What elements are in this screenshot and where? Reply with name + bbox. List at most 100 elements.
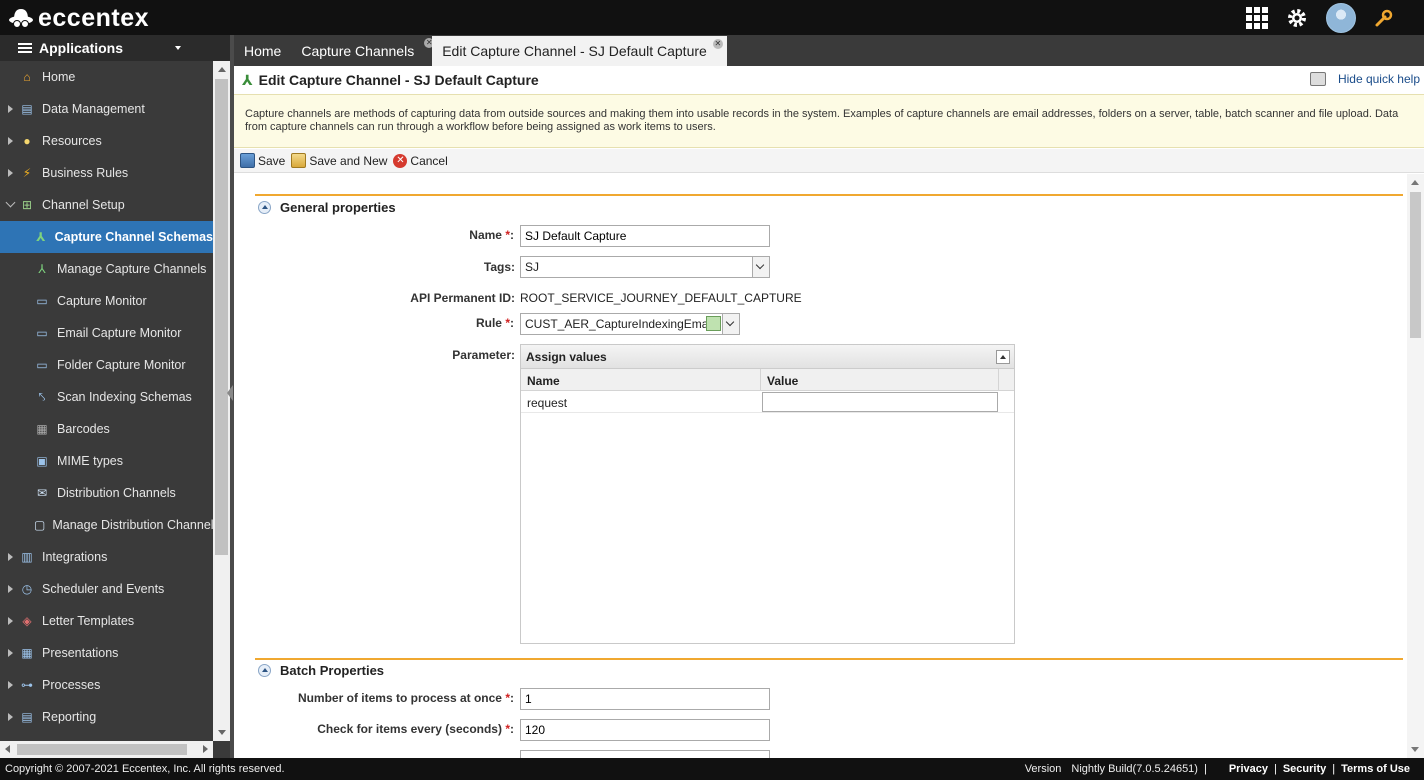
expand-icon[interactable] — [8, 617, 13, 625]
presentation-icon: ▦ — [21, 646, 33, 660]
scrollbar-thumb[interactable] — [215, 79, 228, 555]
tags-label: Tags: — [483, 260, 515, 274]
expand-icon[interactable] — [8, 681, 13, 689]
privacy-link[interactable]: Privacy — [1229, 763, 1268, 775]
sidebar-item-folder-capture-monitor[interactable]: ▭ Folder Capture Monitor — [0, 349, 213, 381]
sidebar-item-label: Distribution Channels — [57, 486, 176, 500]
scroll-up-icon[interactable] — [218, 67, 226, 72]
scroll-right-icon[interactable] — [203, 745, 208, 753]
save-and-new-label: Save and New — [309, 153, 388, 168]
terms-of-use-link[interactable]: Terms of Use — [1341, 763, 1410, 775]
close-icon[interactable]: ✕ — [712, 39, 723, 49]
sidebar-item-barcodes[interactable]: ▦ Barcodes — [0, 413, 213, 445]
user-avatar[interactable] — [1326, 2, 1356, 33]
expand-icon[interactable] — [8, 137, 13, 145]
parameter-panel-title: Assign values — [526, 349, 607, 364]
column-header-value[interactable]: Value — [761, 369, 999, 390]
save-button[interactable]: Save — [240, 153, 285, 168]
tab-capture-channels[interactable]: Capture Channels ✕ — [291, 35, 435, 66]
scrollbar-thumb[interactable] — [17, 744, 187, 755]
tab-label: Home — [244, 42, 282, 59]
save-and-new-button[interactable]: Save and New — [291, 153, 387, 168]
tab-edit-capture-channel[interactable]: Edit Capture Channel - SJ Default Captur… — [432, 36, 727, 66]
sidebar-item-email-capture-monitor[interactable]: ▭ Email Capture Monitor — [0, 317, 213, 349]
name-label-text: Name — [469, 228, 502, 242]
collapse-section-icon[interactable] — [258, 664, 271, 677]
monitor-icon: ▭ — [36, 294, 48, 308]
sidebar-item-scheduler-and-events[interactable]: ◷ Scheduler and Events — [0, 573, 213, 605]
expand-icon[interactable] — [8, 169, 13, 177]
expand-icon[interactable] — [8, 713, 13, 721]
quick-help-box: Capture channels are methods of capturin… — [234, 94, 1424, 148]
chevron-down-icon[interactable] — [722, 314, 739, 334]
sidebar-item-home[interactable]: ⌂ Home — [0, 61, 213, 93]
printer-icon[interactable] — [1309, 72, 1326, 86]
apps-grid-icon[interactable] — [1246, 6, 1268, 29]
sidebar-item-processes[interactable]: ⊶ Processes — [0, 669, 213, 701]
sidebar-item-letter-templates[interactable]: ◈ Letter Templates — [0, 605, 213, 637]
content-vertical-scrollbar[interactable] — [1407, 174, 1424, 758]
scroll-up-icon[interactable] — [1411, 180, 1419, 185]
sidebar-item-reporting[interactable]: ▤ Reporting — [0, 701, 213, 733]
wrench-icon[interactable] — [1374, 8, 1394, 28]
collapse-left-icon[interactable] — [227, 385, 233, 401]
sidebar-item-scan-indexing-schemas[interactable]: ⤣ Scan Indexing Schemas — [0, 381, 213, 413]
parameter-label: Parameter: — [452, 348, 515, 362]
sidebar-item-business-rules[interactable]: ⚡ Business Rules — [0, 157, 213, 189]
scroll-left-icon[interactable] — [5, 745, 10, 753]
column-header-name[interactable]: Name — [521, 369, 761, 390]
batch-extra-field[interactable] — [520, 750, 770, 758]
expand-icon[interactable] — [8, 553, 13, 561]
scroll-down-icon[interactable] — [218, 730, 226, 735]
sidebar-item-distribution-channels[interactable]: ✉ Distribution Channels — [0, 477, 213, 509]
batch-properties-header[interactable]: Batch Properties — [258, 663, 384, 678]
sidebar-vertical-scrollbar[interactable] — [213, 61, 230, 741]
version-value: Nightly Build(7.0.5.24651) — [1071, 763, 1198, 775]
scrollbar-thumb[interactable] — [1410, 192, 1421, 338]
help-text: Capture channels are methods of capturin… — [245, 108, 1399, 133]
sidebar-item-mime-types[interactable]: ▣ MIME types — [0, 445, 213, 477]
collapse-panel-icon[interactable] — [996, 350, 1010, 364]
tags-select[interactable]: SJ — [520, 256, 770, 278]
required-marker: * — [505, 691, 510, 705]
general-properties-header[interactable]: General properties — [258, 200, 396, 215]
sidebar-header[interactable]: Applications — [0, 35, 230, 61]
scroll-down-icon[interactable] — [1411, 747, 1419, 752]
sidebar-item-channel-setup[interactable]: ⊞ Channel Setup — [0, 189, 213, 221]
items-per-batch-field[interactable] — [520, 688, 770, 710]
sidebar-item-integrations[interactable]: ▥ Integrations — [0, 541, 213, 573]
sidebar-horizontal-scrollbar[interactable] — [0, 741, 213, 758]
add-rule-icon[interactable] — [706, 316, 721, 331]
sidebar-item-capture-monitor[interactable]: ▭ Capture Monitor — [0, 285, 213, 317]
parameter-panel: Assign values Name Value request — [520, 344, 1015, 644]
hide-quick-help-link[interactable]: Hide quick help — [1338, 72, 1420, 86]
sidebar-item-manage-distribution-channels[interactable]: ▢ Manage Distribution Channels — [0, 509, 213, 541]
rule-select[interactable]: CUST_AER_CaptureIndexingEmail — [520, 313, 740, 335]
table-row: request — [521, 391, 1014, 413]
expand-icon[interactable] — [8, 105, 13, 113]
cancel-button[interactable]: ✕ Cancel — [393, 153, 448, 168]
param-value-input[interactable] — [762, 392, 998, 412]
collapse-icon[interactable] — [5, 197, 16, 208]
security-link[interactable]: Security — [1283, 763, 1326, 775]
sidebar-item-manage-capture-channels[interactable]: ⅄ Manage Capture Channels — [0, 253, 213, 285]
required-marker: * — [505, 228, 510, 242]
expand-icon[interactable] — [8, 585, 13, 593]
gear-icon[interactable] — [1286, 7, 1308, 29]
section-divider — [255, 658, 1403, 660]
chevron-down-icon[interactable] — [752, 257, 769, 277]
sidebar-item-resources[interactable]: ● Resources — [0, 125, 213, 157]
tab-home[interactable]: Home — [234, 35, 291, 66]
check-interval-field[interactable] — [520, 719, 770, 741]
sidebar-item-capture-channel-schemas[interactable]: ⅄ Capture Channel Schemas — [0, 221, 213, 253]
page-title: ⅄ Edit Capture Channel - SJ Default Capt… — [234, 66, 1424, 94]
collapse-section-icon[interactable] — [258, 201, 271, 214]
quick-help-toggle[interactable]: Hide quick help — [1309, 72, 1420, 86]
basket-icon: ⊞ — [21, 198, 33, 212]
brand-logo[interactable]: eccentex — [8, 3, 149, 33]
sidebar-item-data-management[interactable]: ▤ Data Management — [0, 93, 213, 125]
cancel-icon: ✕ — [393, 153, 408, 168]
sidebar-item-presentations[interactable]: ▦ Presentations — [0, 637, 213, 669]
name-field[interactable] — [520, 225, 770, 247]
expand-icon[interactable] — [8, 649, 13, 657]
